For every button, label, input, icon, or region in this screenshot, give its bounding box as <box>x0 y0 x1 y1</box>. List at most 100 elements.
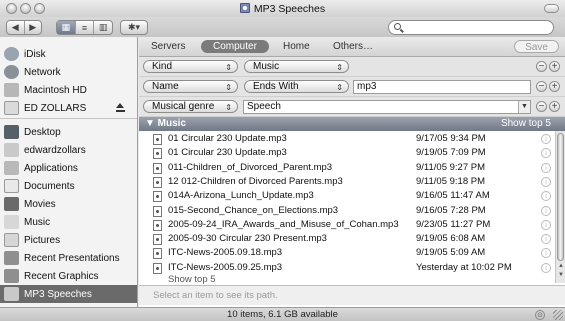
sidebar-item-pictures[interactable]: Pictures <box>0 231 137 249</box>
info-icon[interactable]: i <box>541 248 551 259</box>
sidebar-item-label: edwardzollars <box>24 144 86 156</box>
attribute-popup[interactable]: Kind ⇕ <box>143 60 238 73</box>
attribute-popup[interactable]: Name ⇕ <box>143 80 238 93</box>
add-criterion-button[interactable]: + <box>549 81 560 92</box>
result-row[interactable]: 015-Second_Chance_on_Elections.mp3 9/16/0… <box>139 204 555 218</box>
sidebar-item-desktop[interactable]: Desktop <box>0 123 137 141</box>
icon-view-button[interactable]: ▦ <box>57 21 75 34</box>
smart-folder-icon <box>4 269 19 283</box>
mp3-file-icon <box>153 262 162 274</box>
file-name: 01 Circular 230 Update.mp3 <box>168 147 287 159</box>
remove-criterion-button[interactable]: − <box>536 61 547 72</box>
result-row[interactable]: ITC-News-2005.09.25.mp3 Yesterday at 10:0… <box>139 261 555 275</box>
add-criterion-button[interactable]: + <box>549 61 560 72</box>
scope-servers-button[interactable]: Servers <box>151 40 185 53</box>
column-view-button[interactable]: ▥ <box>93 21 112 34</box>
music-icon <box>4 215 19 229</box>
name-value-field[interactable]: mp3 <box>353 80 531 94</box>
list-view-button[interactable]: ≡ <box>74 21 94 34</box>
result-row[interactable]: 011-Children_of_Divorced_Parent.mp3 9/11/… <box>139 161 555 175</box>
file-date: 9/23/05 11:27 PM <box>416 218 491 230</box>
genre-combo-field[interactable]: Speech ▼ <box>243 100 531 114</box>
scope-others-button[interactable]: Others… <box>333 40 373 53</box>
attribute-popup[interactable]: Musical genre ⇕ <box>143 100 238 113</box>
file-name: ITC-News-2005.09.18.mp3 <box>168 247 283 259</box>
sidebar-item-documents[interactable]: Documents <box>0 177 137 195</box>
info-icon[interactable]: i <box>541 191 551 202</box>
info-icon[interactable]: i <box>541 176 551 187</box>
idisk-icon <box>4 47 19 61</box>
sidebar-item-edwardzollars[interactable]: edwardzollars <box>0 141 137 159</box>
file-name: 011-Children_of_Divorced_Parent.mp3 <box>168 161 333 173</box>
info-icon[interactable]: i <box>541 219 551 230</box>
result-row[interactable]: 014A-Arizona_Lunch_Update.mp3 9/16/05 11:… <box>139 189 555 203</box>
info-icon[interactable]: i <box>541 134 551 144</box>
sidebar-item-recent-graphics[interactable]: Recent Graphics <box>0 267 137 285</box>
scroll-down-icon[interactable]: ▼ <box>557 272 565 280</box>
scope-computer-button[interactable]: Computer <box>201 40 269 53</box>
smart-folder-icon <box>4 251 19 265</box>
group-title: ▼ Music <box>145 118 187 129</box>
show-top-link[interactable]: Show top 5 <box>168 274 216 285</box>
result-row[interactable]: 01 Circular 230 Update.mp3 9/19/05 7:09 P… <box>139 146 555 160</box>
sidebar-item-label: Network <box>24 66 61 78</box>
mp3-file-icon <box>153 148 162 160</box>
mp3-file-icon <box>153 234 162 246</box>
toolbar-toggle-button[interactable] <box>544 4 559 13</box>
sidebar-item-recent-presentations[interactable]: Recent Presentations <box>0 249 137 267</box>
info-icon[interactable]: i <box>541 205 551 216</box>
sidebar-item-music[interactable]: Music <box>0 213 137 231</box>
results-scrollbar[interactable]: ▲ ▼ <box>555 131 565 283</box>
info-icon[interactable]: i <box>541 234 551 245</box>
result-row[interactable]: 2005-09-30 Circular 230 Present.mp3 9/19/… <box>139 232 555 246</box>
chevron-down-icon[interactable]: ▼ <box>518 101 530 113</box>
result-row[interactable]: ITC-News-2005.09.18.mp3 9/19/05 5:09 AM i <box>139 246 555 260</box>
sidebar-item-label: Documents <box>24 180 75 192</box>
scope-home-button[interactable]: Home <box>283 40 310 53</box>
info-icon[interactable]: i <box>541 162 551 173</box>
sidebar-item-ed-zollars[interactable]: ED ZOLLARS <box>0 99 137 117</box>
result-row[interactable]: 12 012-Children of Divorced Parents.mp3 9… <box>139 175 555 189</box>
sidebar-item-movies[interactable]: Movies <box>0 195 137 213</box>
smart-folder-icon <box>4 287 19 301</box>
sidebar-item-applications[interactable]: Applications <box>0 159 137 177</box>
save-search-button[interactable]: Save <box>514 40 559 53</box>
eject-icon[interactable] <box>116 103 125 112</box>
add-criterion-button[interactable]: + <box>549 101 560 112</box>
criteria-row: Musical genre ⇕ Speech ▼ − + <box>139 97 565 117</box>
file-date: 9/11/05 9:18 PM <box>416 175 486 187</box>
sidebar-item-label: Movies <box>24 198 56 210</box>
action-menu-button[interactable]: ✱▾ <box>120 20 148 35</box>
remove-criterion-button[interactable]: − <box>536 101 547 112</box>
popup-arrows-icon: ⇕ <box>336 83 343 92</box>
sidebar-item-mp3-speeches[interactable]: MP3 Speeches <box>0 285 137 303</box>
search-icon <box>394 23 401 30</box>
sidebar-item-macintosh-hd[interactable]: Macintosh HD <box>0 81 137 99</box>
mp3-file-icon <box>153 205 162 217</box>
forward-button[interactable]: ▶ <box>23 21 42 34</box>
mp3-file-icon <box>153 219 162 231</box>
remove-criterion-button[interactable]: − <box>536 81 547 92</box>
info-icon[interactable]: i <box>541 262 551 273</box>
sidebar-item-network[interactable]: Network <box>0 63 137 81</box>
show-top-toggle[interactable]: Show top 5 <box>501 118 551 129</box>
operator-popup[interactable]: Ends With ⇕ <box>244 80 349 93</box>
mp3-file-icon <box>153 162 162 174</box>
applications-icon <box>4 161 19 175</box>
value-popup[interactable]: Music ⇕ <box>244 60 349 73</box>
gear-icon: ✱▾ <box>127 22 141 32</box>
resize-grip-icon[interactable] <box>553 310 563 320</box>
info-icon[interactable]: i <box>541 148 551 159</box>
criteria-row: Kind ⇕ Music ⇕ − + <box>139 57 565 77</box>
path-hint-text: Select an item to see its path. <box>153 290 278 301</box>
sidebar-divider <box>0 118 137 119</box>
result-row[interactable]: 2005-09-24_IRA_Awards_and_Misuse_of_Coha… <box>139 218 555 232</box>
zoom-icon[interactable]: ⊙ <box>535 310 545 320</box>
result-row[interactable]: 01 Circular 230 Update.mp3 9/17/05 9:34 P… <box>139 132 555 146</box>
scrollbar-thumb[interactable] <box>557 133 564 261</box>
back-button[interactable]: ◀ <box>7 21 24 34</box>
results-group-header[interactable]: ▼ Music Show top 5 <box>139 117 565 131</box>
sidebar-item-idisk[interactable]: iDisk <box>0 45 137 63</box>
scroll-up-icon[interactable]: ▲ <box>557 263 565 271</box>
search-input[interactable] <box>388 20 554 35</box>
